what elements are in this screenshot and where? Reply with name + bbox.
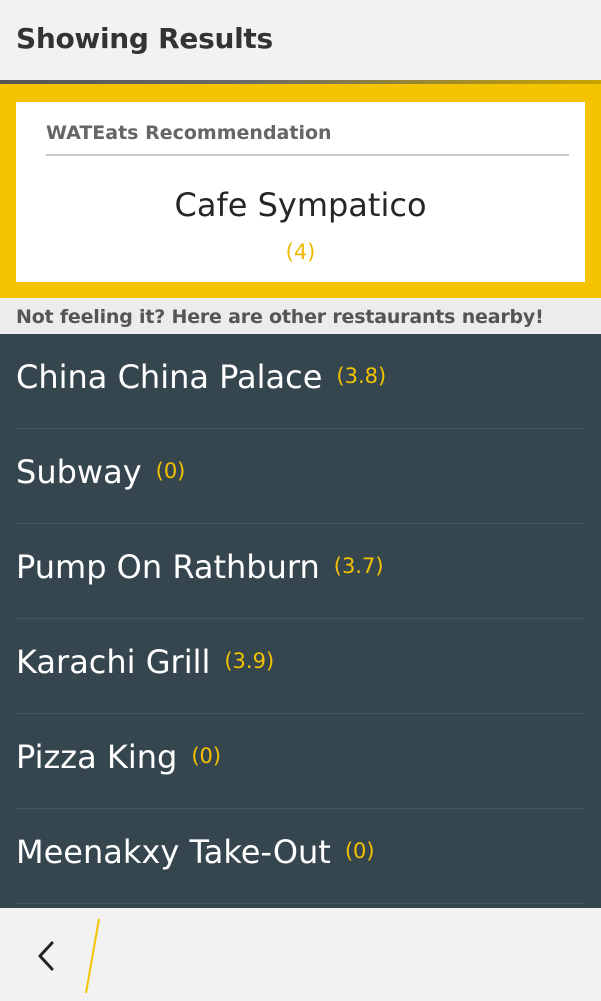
restaurant-name: China China Palace xyxy=(16,358,323,396)
title-bar: Showing Results xyxy=(0,0,601,82)
back-button[interactable] xyxy=(26,930,70,980)
restaurant-rating: (0) xyxy=(191,744,222,768)
restaurant-rating: (3.8) xyxy=(336,364,387,388)
list-divider xyxy=(16,903,585,904)
restaurant-list-item[interactable]: China China Palace (3.8) xyxy=(0,334,601,429)
page-title: Showing Results xyxy=(16,22,273,55)
restaurant-rating: (0) xyxy=(155,459,186,483)
restaurant-list-item[interactable]: Subway (0) xyxy=(0,429,601,524)
nearby-label: Not feeling it? Here are other restauran… xyxy=(16,306,544,328)
nearby-header: Not feeling it? Here are other restauran… xyxy=(0,298,601,334)
recommended-restaurant-rating: (4) xyxy=(285,240,316,264)
restaurant-name: Subway xyxy=(16,453,142,491)
restaurant-list-item[interactable]: Pizza King (0) xyxy=(0,714,601,809)
accent-slash-icon xyxy=(85,918,100,994)
recommended-restaurant-name: Cafe Sympatico xyxy=(174,186,427,224)
recommendation-divider xyxy=(46,154,569,156)
restaurant-rating: (3.7) xyxy=(333,554,384,578)
restaurant-name: Pump On Rathburn xyxy=(16,548,320,586)
restaurant-list-item[interactable]: Pump On Rathburn (3.7) xyxy=(0,524,601,619)
chevron-left-icon xyxy=(38,941,54,971)
restaurant-rating: (3.9) xyxy=(224,649,275,673)
recommendation-heading: WATEats Recommendation xyxy=(46,122,332,144)
recommendation-card[interactable]: WATEats Recommendation Cafe Sympatico (4… xyxy=(16,102,585,282)
restaurant-list-item[interactable]: Meenakxy Take-Out (0) xyxy=(0,809,601,904)
restaurant-list-item[interactable]: Karachi Grill (3.9) xyxy=(0,619,601,714)
restaurant-name: Karachi Grill xyxy=(16,643,211,681)
restaurant-name: Meenakxy Take-Out xyxy=(16,833,331,871)
restaurant-rating: (0) xyxy=(344,839,375,863)
restaurant-name: Pizza King xyxy=(16,738,178,776)
restaurant-list: China China Palace (3.8) Subway (0) Pump O… xyxy=(0,334,601,908)
bottom-action-bar xyxy=(0,908,601,1001)
